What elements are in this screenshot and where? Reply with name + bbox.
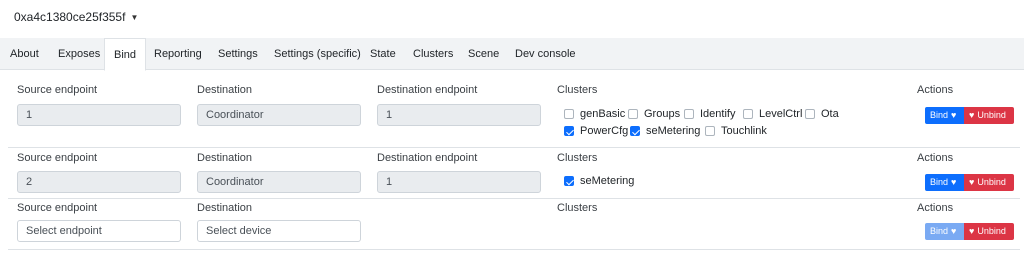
bind-button[interactable]: Bind ♥ bbox=[925, 107, 964, 124]
cluster-checkbox-levelctrl[interactable]: LevelCtrl bbox=[743, 108, 802, 120]
checkbox-icon[interactable] bbox=[684, 109, 694, 119]
destination-label: Destination bbox=[197, 202, 253, 214]
checkbox-icon[interactable] bbox=[564, 109, 574, 119]
tab-dev-console[interactable]: Dev console bbox=[515, 38, 576, 70]
source-endpoint-field: 2 bbox=[17, 171, 181, 193]
action-buttons: Bind ♥ ♥ Unbind bbox=[925, 223, 1014, 240]
unbind-button[interactable]: ♥ Unbind bbox=[964, 174, 1014, 191]
checkbox-checked-icon[interactable] bbox=[630, 126, 640, 136]
unbind-button[interactable]: ♥ Unbind bbox=[964, 223, 1014, 240]
cluster-checkbox-powercfg[interactable]: PowerCfg bbox=[564, 125, 628, 137]
tab-settings-specific[interactable]: Settings (specific) bbox=[274, 38, 361, 70]
device-selector[interactable]: 0xa4c1380ce25f355f ▼ bbox=[14, 10, 138, 24]
checkbox-icon[interactable] bbox=[628, 109, 638, 119]
cluster-checkbox-genbasic[interactable]: genBasic bbox=[564, 108, 625, 120]
checkbox-checked-icon[interactable] bbox=[564, 126, 574, 136]
binding-row-2: Source endpoint 2 Destination Coordinato… bbox=[8, 148, 1020, 199]
broken-heart-icon: ♥ bbox=[969, 177, 975, 187]
cluster-checkbox-semetering[interactable]: seMetering bbox=[630, 125, 700, 137]
clusters-label: Clusters bbox=[557, 84, 598, 96]
destination-endpoint-field: 1 bbox=[377, 104, 541, 126]
checkbox-icon[interactable] bbox=[805, 109, 815, 119]
cluster-checkbox-touchlink[interactable]: Touchlink bbox=[705, 125, 767, 137]
cluster-checkbox-identify[interactable]: Identify bbox=[684, 108, 735, 120]
actions-label: Actions bbox=[917, 202, 954, 214]
actions-label: Actions bbox=[917, 152, 954, 164]
device-title: 0xa4c1380ce25f355f bbox=[14, 10, 126, 24]
checkbox-icon[interactable] bbox=[705, 126, 715, 136]
tab-exposes[interactable]: Exposes bbox=[58, 38, 100, 70]
cluster-checkbox-ota[interactable]: Ota bbox=[805, 108, 839, 120]
binding-row-new: Source endpoint Select endpoint Destinat… bbox=[8, 199, 1020, 250]
actions-label: Actions bbox=[917, 84, 954, 96]
source-endpoint-select[interactable]: Select endpoint bbox=[17, 220, 181, 242]
chevron-down-icon: ▼ bbox=[130, 13, 139, 22]
destination-endpoint-label: Destination endpoint bbox=[377, 84, 478, 96]
tab-bind[interactable]: Bind bbox=[104, 38, 147, 71]
clusters-label: Clusters bbox=[557, 152, 598, 164]
broken-heart-icon: ♥ bbox=[969, 226, 975, 236]
checkbox-icon[interactable] bbox=[743, 109, 753, 119]
heart-icon: ♥ bbox=[951, 110, 957, 120]
tab-about[interactable]: About bbox=[10, 38, 39, 70]
source-endpoint-field: 1 bbox=[17, 104, 181, 126]
heart-icon: ♥ bbox=[951, 177, 957, 187]
broken-heart-icon: ♥ bbox=[969, 110, 975, 120]
destination-field: Coordinator bbox=[197, 104, 361, 126]
action-buttons: Bind ♥ ♥ Unbind bbox=[925, 174, 1014, 191]
action-buttons: Bind ♥ ♥ Unbind bbox=[925, 107, 1014, 124]
cluster-checkbox-semetering[interactable]: seMetering bbox=[564, 175, 634, 187]
bind-button[interactable]: Bind ♥ bbox=[925, 174, 964, 191]
destination-endpoint-label: Destination endpoint bbox=[377, 152, 478, 164]
destination-field: Coordinator bbox=[197, 171, 361, 193]
unbind-button[interactable]: ♥ Unbind bbox=[964, 107, 1014, 124]
heart-icon: ♥ bbox=[951, 226, 957, 236]
destination-label: Destination bbox=[197, 152, 253, 164]
bind-button[interactable]: Bind ♥ bbox=[925, 223, 964, 240]
source-endpoint-label: Source endpoint bbox=[17, 202, 98, 214]
clusters-label: Clusters bbox=[557, 202, 598, 214]
destination-endpoint-field: 1 bbox=[377, 171, 541, 193]
cluster-checkbox-groups[interactable]: Groups bbox=[628, 108, 680, 120]
destination-label: Destination bbox=[197, 84, 253, 96]
destination-select[interactable]: Select device bbox=[197, 220, 361, 242]
checkbox-checked-icon[interactable] bbox=[564, 176, 574, 186]
tab-clusters[interactable]: Clusters bbox=[413, 38, 453, 70]
tab-reporting[interactable]: Reporting bbox=[154, 38, 202, 70]
tab-scene[interactable]: Scene bbox=[468, 38, 499, 70]
binding-row-1: Source endpoint 1 Destination Coordinato… bbox=[8, 76, 1020, 148]
source-endpoint-label: Source endpoint bbox=[17, 84, 98, 96]
header: 0xa4c1380ce25f355f ▼ bbox=[0, 0, 1024, 38]
source-endpoint-label: Source endpoint bbox=[17, 152, 98, 164]
tab-settings[interactable]: Settings bbox=[218, 38, 258, 70]
tab-bar: About Exposes Bind Reporting Settings Se… bbox=[0, 38, 1024, 71]
tab-state[interactable]: State bbox=[370, 38, 396, 70]
